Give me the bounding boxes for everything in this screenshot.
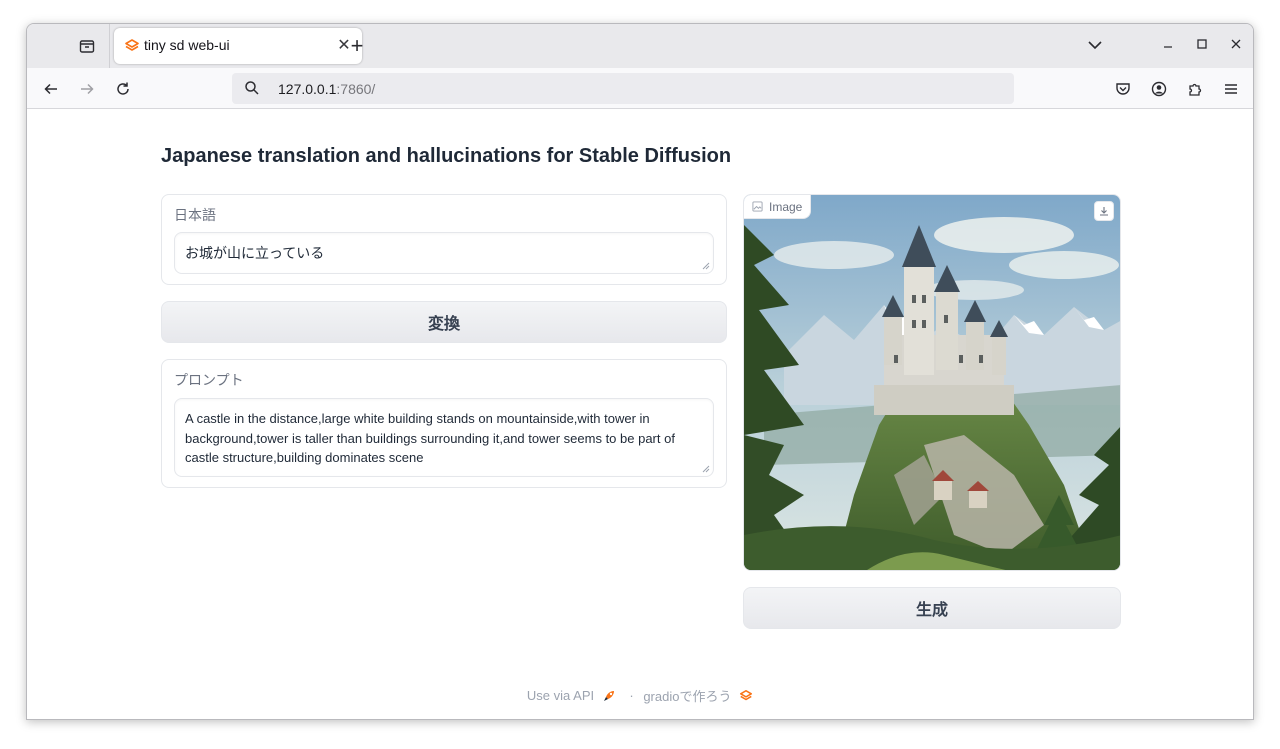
menu-button[interactable] (1220, 78, 1242, 100)
rocket-icon (603, 690, 614, 701)
url-text: 127.0.0.1:7860/ (278, 81, 375, 97)
puzzle-icon (1189, 83, 1202, 96)
japanese-input-field[interactable]: お城が山に立っている (174, 232, 714, 274)
footer-separator: · (629, 688, 634, 703)
pocket-icon (1116, 83, 1130, 95)
prompt-output-block: プロンプト A castle in the distance,large whi… (161, 359, 727, 488)
gradio-logo-icon (740, 689, 753, 700)
castle-landscape-image (744, 195, 1120, 570)
navigation-bar: 127.0.0.1:7860/ (27, 68, 1253, 109)
download-button[interactable] (1094, 201, 1114, 221)
prompt-output-field[interactable]: A castle in the distance,large white bui… (174, 398, 714, 477)
browser-window: tiny sd web-ui ✕ + 127.0.0.1:7860/ Japan… (26, 23, 1254, 720)
convert-button[interactable]: 変換 (161, 301, 727, 343)
use-via-api-link[interactable]: Use via API (527, 688, 594, 703)
url-host: 127.0.0.1 (278, 81, 337, 97)
japanese-input-block: 日本語 お城が山に立っている (161, 194, 727, 285)
resize-handle-icon[interactable] (702, 262, 710, 270)
built-with-gradio-link[interactable]: gradioで作ろう (643, 689, 731, 704)
tab-list-button[interactable] (73, 34, 101, 58)
japanese-input-label: 日本語 (174, 207, 216, 223)
download-icon (1100, 207, 1108, 216)
url-bar[interactable]: 127.0.0.1:7860/ (232, 73, 1014, 104)
account-button[interactable] (1148, 78, 1170, 100)
tab-manager-icon (79, 40, 95, 53)
back-button[interactable] (40, 78, 62, 100)
generated-image-panel: Image (743, 194, 1121, 571)
footer: Use via API · gradioで作ろう (27, 686, 1253, 705)
chevron-down-icon[interactable] (1085, 35, 1105, 55)
arrow-left-icon (44, 83, 57, 95)
account-icon (1151, 81, 1167, 97)
japanese-input-value: お城が山に立っている (185, 245, 325, 261)
image-icon (752, 201, 763, 212)
minimize-icon[interactable] (1158, 35, 1178, 55)
search-icon (245, 81, 259, 95)
image-label-text: Image (769, 199, 803, 214)
close-icon[interactable] (1226, 35, 1246, 55)
pocket-button[interactable] (1112, 78, 1134, 100)
url-port: :7860/ (336, 81, 376, 97)
reload-button[interactable] (112, 78, 134, 100)
reload-icon (117, 82, 129, 95)
page-title: Japanese translation and hallucinations … (161, 145, 732, 167)
arrow-right-icon (81, 83, 94, 95)
new-tab-icon[interactable]: + (345, 34, 369, 58)
image-label: Image (744, 195, 812, 219)
browser-tab[interactable]: tiny sd web-ui ✕ (114, 28, 362, 64)
prompt-output-label: プロンプト (174, 372, 244, 388)
extensions-button[interactable] (1184, 78, 1206, 100)
desktop: tiny sd web-ui ✕ + 127.0.0.1:7860/ Japan… (0, 0, 1280, 749)
tab-strip: tiny sd web-ui ✕ + (27, 24, 1253, 68)
forward-button[interactable] (76, 78, 98, 100)
tab-title: tiny sd web-ui (144, 37, 230, 53)
resize-handle-icon[interactable] (702, 465, 710, 473)
gradio-logo-icon (125, 39, 139, 51)
tab-separator (109, 24, 110, 68)
generate-button[interactable]: 生成 (743, 587, 1121, 629)
prompt-output-value: A castle in the distance,large white bui… (185, 411, 675, 465)
hamburger-menu-icon (1225, 84, 1237, 94)
page-content: Japanese translation and hallucinations … (27, 109, 1253, 719)
maximize-icon[interactable] (1192, 35, 1212, 55)
